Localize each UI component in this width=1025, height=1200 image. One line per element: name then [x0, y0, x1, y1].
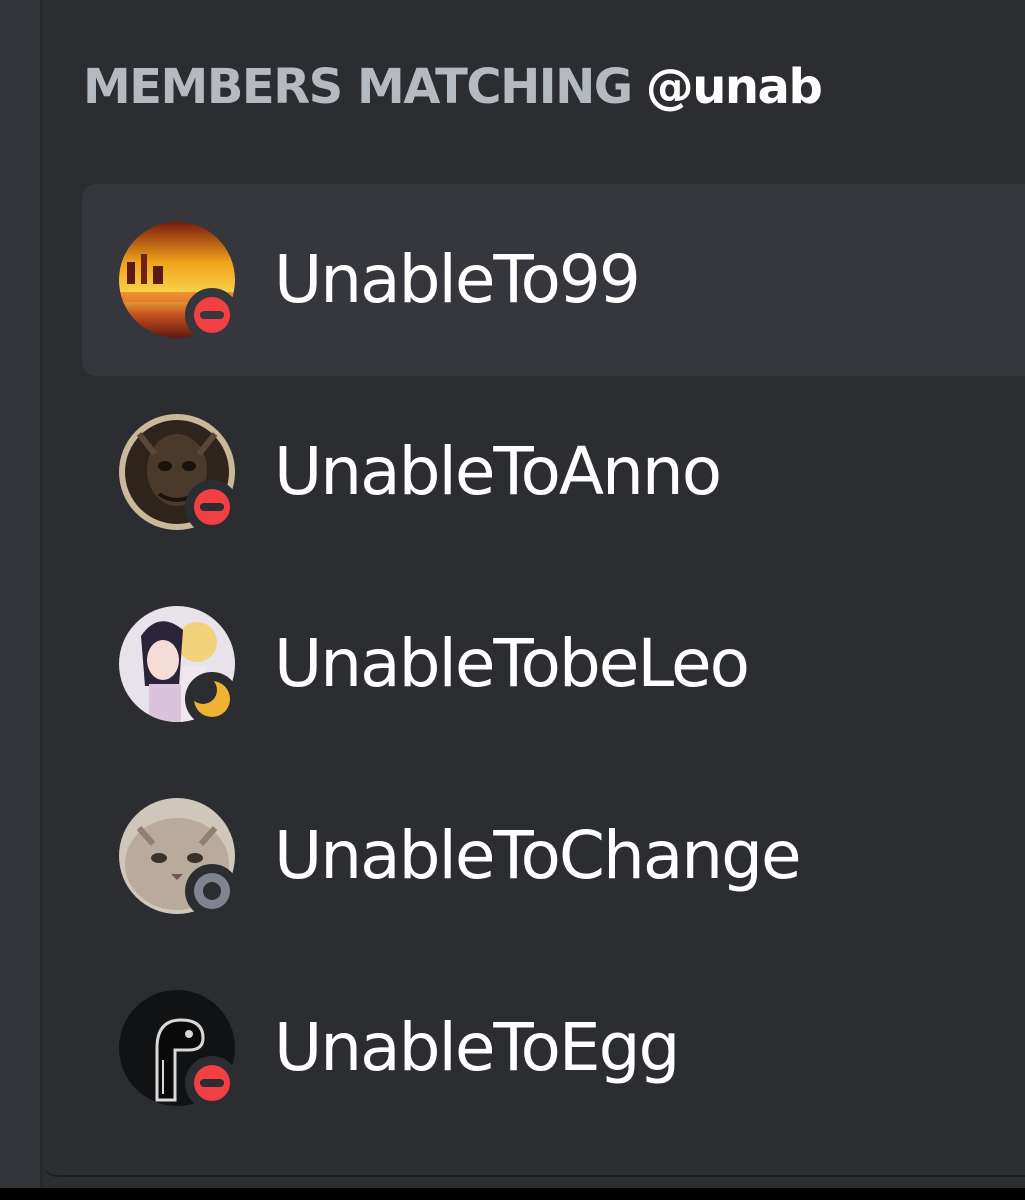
- member-username: UnableToAnno: [274, 433, 722, 510]
- chat-area-edge: [0, 0, 43, 1188]
- offline-status-icon: [185, 864, 239, 918]
- idle-status-icon: [185, 672, 239, 726]
- member-username: UnableToEgg: [274, 1009, 680, 1086]
- avatar-container: [119, 414, 239, 534]
- member-row[interactable]: UnableToAnno: [82, 376, 1025, 568]
- member-row[interactable]: UnableToEgg: [82, 952, 1025, 1144]
- member-username: UnableToChange: [274, 817, 802, 894]
- dnd-status-icon: [185, 288, 239, 342]
- avatar-container: [119, 990, 239, 1110]
- dnd-status-icon: [185, 1056, 239, 1110]
- avatar-container: [119, 798, 239, 918]
- header-label: MEMBERS MATCHING: [83, 59, 633, 115]
- member-list: UnableTo99 UnableToAnno UnableTobeLeo Un…: [82, 184, 1025, 1144]
- autocomplete-header: MEMBERS MATCHING @unab: [83, 54, 823, 120]
- dnd-status-icon: [185, 480, 239, 534]
- member-row[interactable]: UnableTobeLeo: [82, 568, 1025, 760]
- member-username: UnableTo99: [274, 241, 641, 318]
- member-row[interactable]: UnableTo99: [82, 184, 1025, 376]
- member-username: UnableTobeLeo: [274, 625, 750, 702]
- header-query: @unab: [645, 59, 823, 115]
- avatar-container: [119, 606, 239, 726]
- app-frame: MEMBERS MATCHING @unab UnableTo99 Unable…: [0, 0, 1025, 1188]
- member-row[interactable]: UnableToChange: [82, 760, 1025, 952]
- avatar-container: [119, 222, 239, 342]
